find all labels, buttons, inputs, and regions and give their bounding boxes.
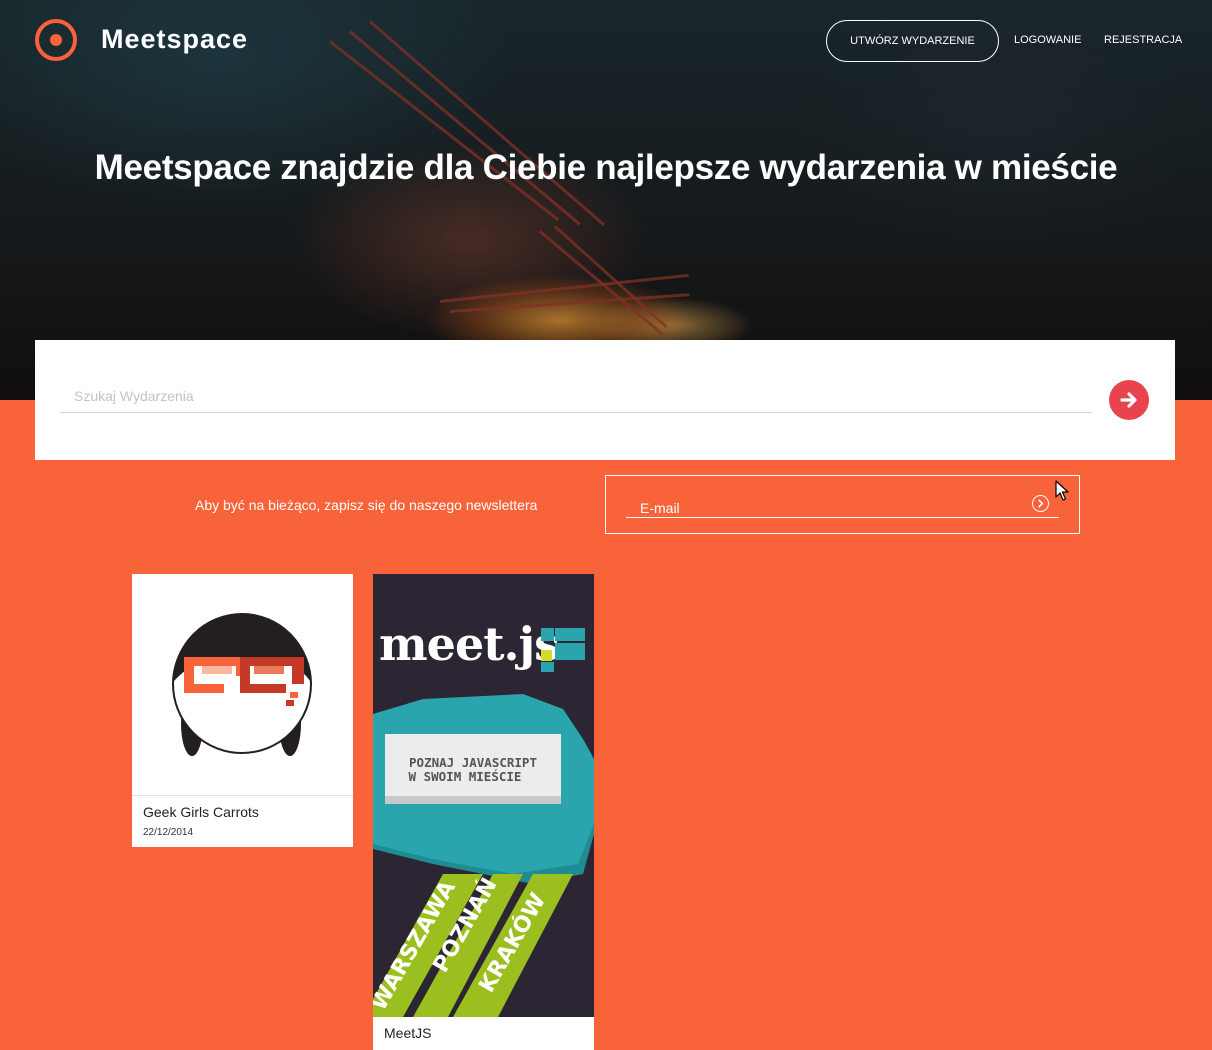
newsletter-form [605,475,1080,534]
meetjs-tagline-1: POZNAJ JAVASCRIPT [409,755,537,770]
search-submit-button[interactable] [1109,380,1149,420]
search-input[interactable] [60,380,1092,413]
newsletter-submit-button[interactable] [1032,495,1049,512]
register-link[interactable]: REJESTRACJA [1104,34,1182,46]
newsletter-text: Aby być na bieżąco, zapisz się do naszeg… [195,497,538,513]
logo-icon[interactable] [35,19,77,61]
mouse-cursor-icon [1055,480,1069,501]
meetjs-tagline-2: W SWOIM MIEŚCIE [409,769,522,784]
event-title[interactable]: MeetJS [384,1025,431,1041]
brand-name[interactable]: Meetspace [101,24,248,55]
chevron-right-icon [1038,499,1044,508]
event-date: 22/12/2014 [143,827,194,838]
geek-girl-logo-icon [172,613,312,756]
search-panel [35,340,1175,460]
meetjs-logo-text: meet.js [379,617,559,671]
event-card-meetjs[interactable]: meet.js POZNAJ JAVASCRIPT W SWOIM MIEŚCI… [373,574,594,1050]
login-link[interactable]: LOGOWANIE [1014,34,1081,46]
create-event-button[interactable]: UTWÓRZ WYDARZENIE [826,20,999,62]
event-poster: meet.js POZNAJ JAVASCRIPT W SWOIM MIEŚCI… [373,574,594,1017]
event-image [132,574,353,796]
event-title[interactable]: Geek Girls Carrots [143,804,259,820]
event-card-geek-girls-carrots[interactable]: Geek Girls Carrots 22/12/2014 [132,574,353,847]
email-field[interactable] [626,494,1059,518]
hero-headline: Meetspace znajdzie dla Ciebie najlepsze … [94,148,1118,187]
meetjs-poster-image: meet.js POZNAJ JAVASCRIPT W SWOIM MIEŚCI… [373,617,594,1017]
arrow-right-icon [1120,392,1137,408]
